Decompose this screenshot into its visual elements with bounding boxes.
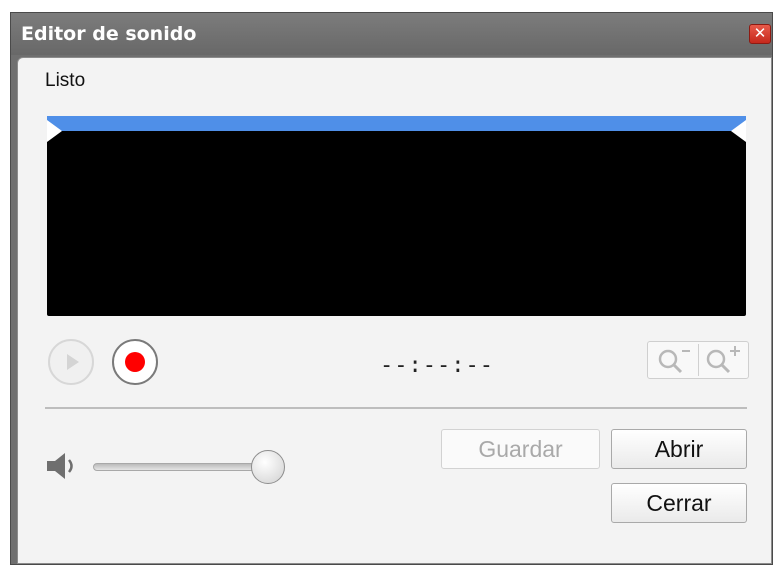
- waveform-display[interactable]: [47, 116, 746, 316]
- save-button[interactable]: Guardar: [441, 429, 600, 469]
- window-title: Editor de sonido: [21, 23, 197, 45]
- zoom-out-icon[interactable]: [654, 345, 694, 375]
- record-button[interactable]: [112, 339, 158, 385]
- close-window-button[interactable]: ✕: [749, 24, 771, 44]
- status-text: Listo: [45, 70, 86, 91]
- speaker-icon: [47, 453, 73, 479]
- zoom-divider: [698, 344, 699, 376]
- record-icon: [125, 352, 145, 372]
- sound-editor-window: Editor de sonido ✕ Listo --:--:-- Guarda…: [10, 12, 773, 565]
- volume-slider-track[interactable]: [93, 463, 273, 471]
- end-marker[interactable]: [731, 120, 746, 142]
- start-marker[interactable]: [47, 120, 62, 142]
- play-button[interactable]: [48, 339, 94, 385]
- selection-bar: [47, 116, 746, 131]
- volume-slider-thumb[interactable]: [251, 450, 285, 484]
- open-button[interactable]: Abrir: [611, 429, 747, 469]
- title-bar[interactable]: Editor de sonido ✕: [11, 13, 772, 55]
- play-icon: [67, 354, 79, 370]
- separator: [45, 407, 747, 409]
- editor-content: Listo --:--:-- Guardar Abrir Cerrar: [17, 57, 772, 564]
- zoom-controls: [647, 341, 749, 379]
- time-display: --:--:--: [380, 353, 494, 378]
- zoom-in-icon[interactable]: [702, 345, 744, 375]
- close-button[interactable]: Cerrar: [611, 483, 747, 523]
